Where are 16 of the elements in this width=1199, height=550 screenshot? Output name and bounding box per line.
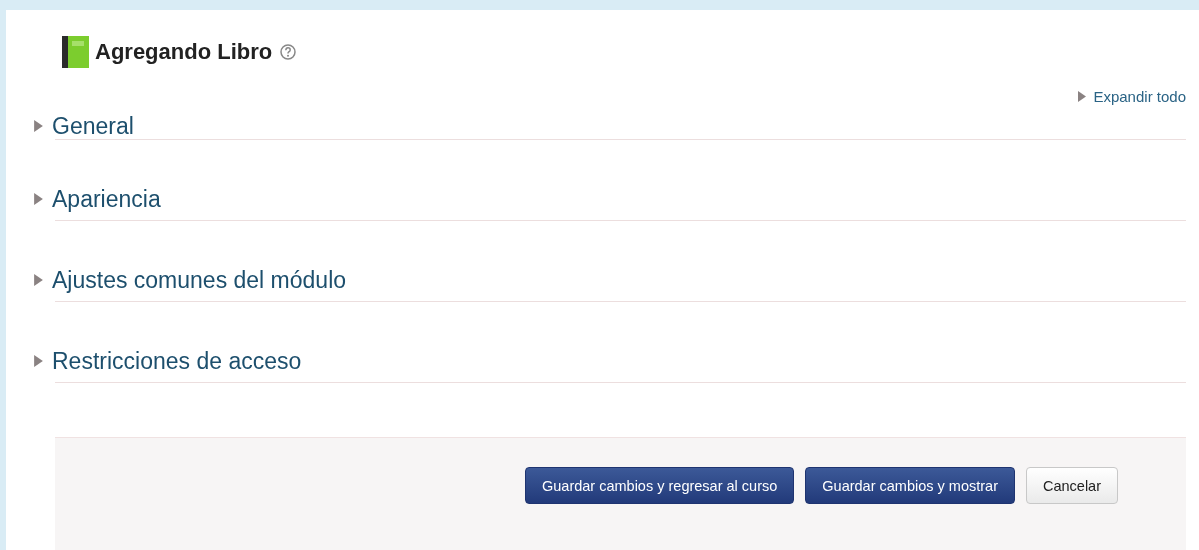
- cancel-button[interactable]: Cancelar: [1025, 467, 1118, 504]
- expand-arrow-icon: [1078, 91, 1087, 102]
- section-header[interactable]: Apariencia: [34, 178, 1186, 220]
- section-header[interactable]: Ajustes comunes del módulo: [34, 259, 1186, 301]
- expand-arrow-icon: [34, 120, 43, 132]
- section-header[interactable]: General: [34, 105, 1186, 147]
- book-icon: [62, 36, 89, 68]
- expand-arrow-icon: [34, 193, 43, 205]
- expand-all-link[interactable]: Expandir todo: [1078, 88, 1186, 105]
- expand-arrow-icon: [34, 355, 43, 367]
- save-button[interactable]: Guardar cambios y mostrar: [805, 467, 1015, 504]
- page-title: Agregando Libro: [95, 39, 273, 65]
- expand-arrow-icon: [34, 274, 43, 286]
- help-icon[interactable]: [280, 44, 297, 60]
- save-button[interactable]: Guardar cambios y regresar al curso: [524, 467, 795, 504]
- section-header[interactable]: Restricciones de acceso: [34, 340, 1186, 382]
